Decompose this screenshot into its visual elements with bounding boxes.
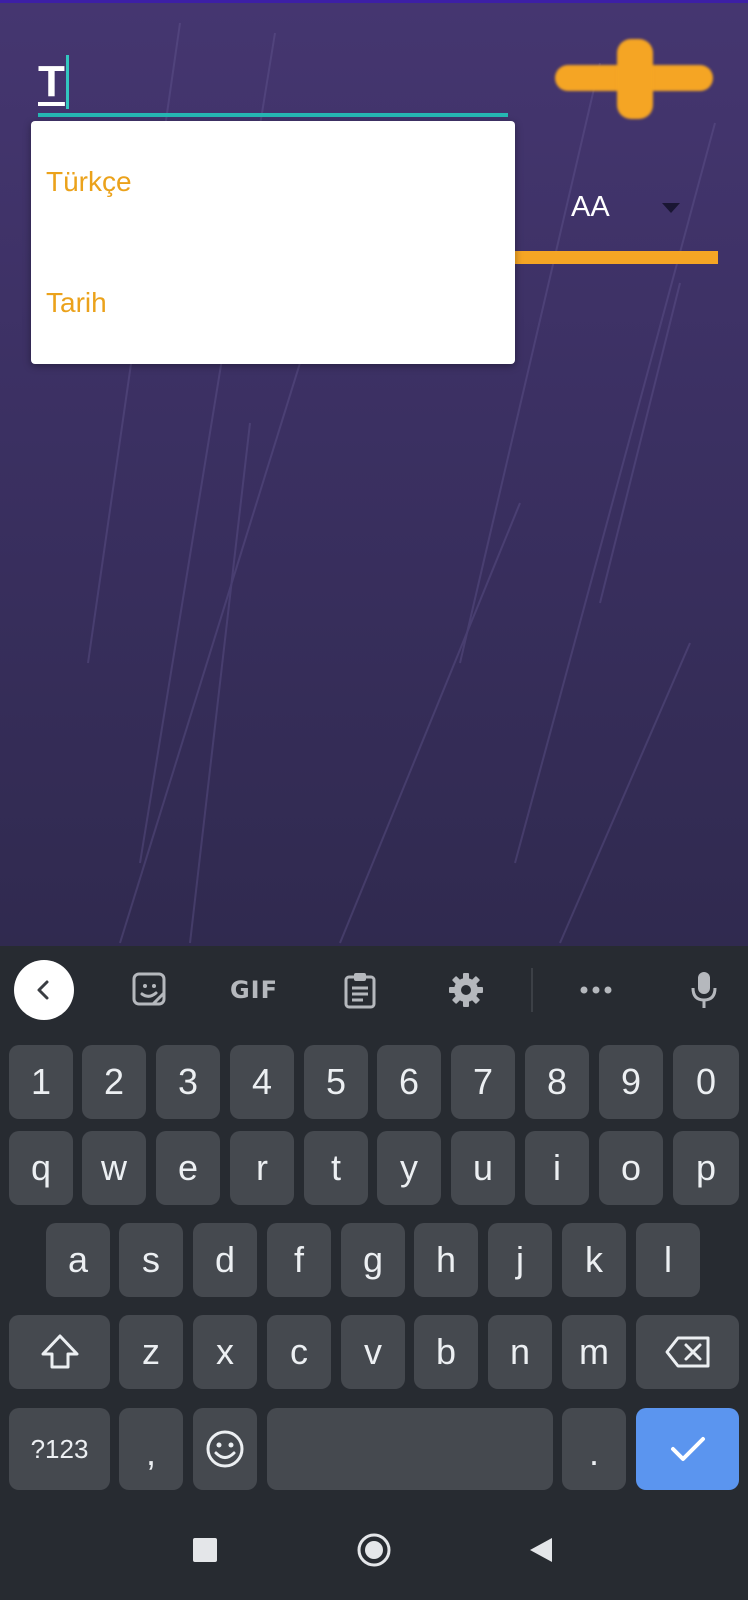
key-m[interactable]: m (562, 1315, 626, 1389)
key-u[interactable]: u (451, 1131, 515, 1205)
gif-label: GIF (229, 976, 279, 1004)
key-d[interactable]: d (193, 1223, 257, 1297)
key-0[interactable]: 0 (673, 1045, 739, 1119)
add-button[interactable] (555, 39, 713, 119)
comma-key[interactable]: , (119, 1408, 183, 1490)
text-cursor (66, 55, 69, 109)
spinner-underline (514, 251, 718, 264)
plus-icon-vertical (617, 39, 653, 119)
key-i[interactable]: i (525, 1131, 589, 1205)
microphone-icon[interactable] (674, 960, 734, 1020)
shift-icon (41, 1334, 78, 1369)
key-r[interactable]: r (230, 1131, 294, 1205)
key-e[interactable]: e (156, 1131, 220, 1205)
key-f[interactable]: f (267, 1223, 331, 1297)
keyboard-toolbar: GIF (0, 946, 748, 1038)
key-1[interactable]: 1 (9, 1045, 73, 1119)
key-5[interactable]: 5 (304, 1045, 368, 1119)
toolbar-divider (531, 968, 533, 1012)
key-h[interactable]: h (414, 1223, 478, 1297)
sticker-icon[interactable] (120, 960, 180, 1020)
shift-key[interactable] (9, 1315, 110, 1389)
period-key[interactable]: . (562, 1408, 626, 1490)
key-9[interactable]: 9 (599, 1045, 663, 1119)
key-8[interactable]: 8 (525, 1045, 589, 1119)
gear-icon[interactable] (436, 960, 496, 1020)
key-v[interactable]: v (341, 1315, 405, 1389)
key-p[interactable]: p (673, 1131, 739, 1205)
key-l[interactable]: l (636, 1223, 700, 1297)
key-3[interactable]: 3 (156, 1045, 220, 1119)
emoji-icon (206, 1430, 244, 1468)
key-7[interactable]: 7 (451, 1045, 515, 1119)
key-g[interactable]: g (341, 1223, 405, 1297)
dropdown-item-turkce[interactable]: Türkçe (46, 166, 132, 198)
key-z[interactable]: z (119, 1315, 183, 1389)
key-2[interactable]: 2 (82, 1045, 146, 1119)
space-key[interactable] (267, 1408, 553, 1490)
system-navigation-bar (0, 1498, 748, 1600)
gif-button[interactable]: GIF (224, 960, 284, 1020)
dropdown-item-tarih[interactable]: Tarih (46, 287, 107, 319)
text-input[interactable] (38, 53, 508, 111)
key-b[interactable]: b (414, 1315, 478, 1389)
key-c[interactable]: c (267, 1315, 331, 1389)
square-icon[interactable] (181, 1526, 229, 1574)
triangle-back-icon[interactable] (517, 1526, 565, 1574)
key-o[interactable]: o (599, 1131, 663, 1205)
key-a[interactable]: a (46, 1223, 110, 1297)
key-n[interactable]: n (488, 1315, 552, 1389)
app-screen: AA Türkçe Tarih (0, 0, 748, 946)
enter-key[interactable] (636, 1408, 739, 1490)
key-t[interactable]: t (304, 1131, 368, 1205)
dropdown-arrow-icon (662, 203, 680, 213)
key-6[interactable]: 6 (377, 1045, 441, 1119)
key-w[interactable]: w (82, 1131, 146, 1205)
key-4[interactable]: 4 (230, 1045, 294, 1119)
more-icon[interactable] (566, 960, 626, 1020)
backspace-icon (665, 1336, 709, 1368)
chevron-left-icon[interactable] (14, 960, 74, 1020)
circle-icon[interactable] (350, 1526, 398, 1574)
clipboard-icon[interactable] (330, 960, 390, 1020)
key-k[interactable]: k (562, 1223, 626, 1297)
input-underline (38, 113, 508, 117)
autocomplete-dropdown: Türkçe Tarih (31, 121, 515, 364)
key-y[interactable]: y (377, 1131, 441, 1205)
key-s[interactable]: s (119, 1223, 183, 1297)
backspace-key[interactable] (636, 1315, 739, 1389)
key-q[interactable]: q (9, 1131, 73, 1205)
key-x[interactable]: x (193, 1315, 257, 1389)
check-icon (670, 1437, 705, 1461)
symbols-key[interactable]: ?123 (9, 1408, 110, 1490)
category-spinner[interactable]: AA (514, 185, 718, 267)
emoji-key[interactable] (193, 1408, 257, 1490)
key-j[interactable]: j (488, 1223, 552, 1297)
text-input-wrapper (38, 53, 508, 119)
spinner-value: AA (571, 191, 610, 223)
soft-keyboard: GIF 1 2 3 4 5 6 7 8 9 0 q w e r t y u i … (0, 946, 748, 1498)
